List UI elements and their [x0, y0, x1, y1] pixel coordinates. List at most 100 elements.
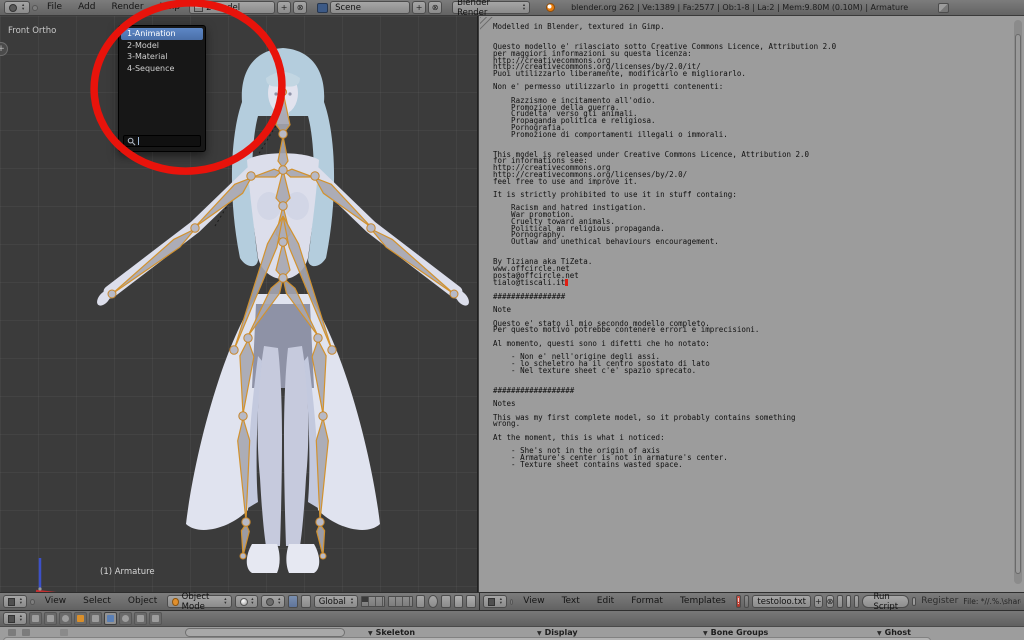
editor-type-properties-button[interactable]: ▴▾: [3, 612, 27, 625]
render-opengl-anim-icon[interactable]: [466, 595, 476, 608]
menu-add[interactable]: Add: [71, 0, 102, 15]
run-script-button[interactable]: Run Script: [862, 595, 909, 608]
vp-menu-view[interactable]: View: [38, 594, 73, 609]
text-editor[interactable]: Modelled in Blender, textured in Gimp. Q…: [479, 16, 1024, 592]
pin-icon[interactable]: [60, 629, 68, 636]
armature-joint[interactable]: [316, 518, 324, 526]
mode-selector[interactable]: Object Mode ▴▾: [167, 595, 231, 608]
manipulator-translate-icon[interactable]: [301, 595, 311, 608]
armature-joint[interactable]: [108, 290, 116, 298]
text-name-field[interactable]: testoloo.txt: [752, 595, 811, 608]
armature-joint[interactable]: [367, 224, 375, 232]
unlink-layout-button[interactable]: ⊗: [293, 1, 307, 14]
menu-file[interactable]: File: [40, 0, 69, 15]
menu-help[interactable]: Help: [153, 0, 188, 15]
properties-tab-physics[interactable]: [149, 612, 162, 625]
line-numbers-icon[interactable]: [837, 595, 842, 608]
shading-selector[interactable]: ▴▾: [235, 595, 259, 608]
editor-type-info-button[interactable]: ▴▾: [4, 1, 30, 14]
armature-joint[interactable]: [191, 224, 199, 232]
armature-bone[interactable]: [371, 229, 454, 294]
layers-widget-2[interactable]: [388, 596, 412, 607]
properties-tab-scene[interactable]: [44, 612, 57, 625]
unlink-scene-button[interactable]: ⊗: [428, 1, 442, 14]
properties-tab-constraints[interactable]: [89, 612, 102, 625]
armature-joint[interactable]: [280, 89, 287, 96]
text-scrollbar[interactable]: [1014, 20, 1022, 584]
editor-type-3dview-button[interactable]: ▴▾: [3, 595, 27, 608]
window-split-icon[interactable]: [938, 3, 949, 13]
properties-tab-render[interactable]: [29, 612, 42, 625]
editor-type-text-button[interactable]: ▴▾: [483, 595, 507, 608]
header-collapse-dot[interactable]: [32, 5, 38, 11]
armature-joint[interactable]: [240, 553, 246, 559]
layers-widget[interactable]: [361, 596, 385, 607]
syntax-highlight-icon[interactable]: [854, 595, 859, 608]
area-corner-grip[interactable]: [480, 17, 493, 30]
properties-tab-texture[interactable]: [134, 612, 147, 625]
armature-joint[interactable]: [279, 202, 287, 210]
txt-menu-edit[interactable]: Edit: [590, 594, 621, 609]
transform-orientation-selector[interactable]: Global ▴▾: [314, 595, 358, 608]
dropdown-item-model[interactable]: 2-Model: [121, 40, 203, 52]
panel-display[interactable]: ▼Display: [537, 628, 578, 637]
menu-render[interactable]: Render: [105, 0, 151, 15]
snap-element-icon[interactable]: [441, 595, 451, 608]
armature-joint[interactable]: [328, 346, 336, 354]
dropdown-search-field[interactable]: [123, 135, 201, 147]
txt-menu-text[interactable]: Text: [555, 594, 587, 609]
render-opengl-icon[interactable]: [454, 595, 464, 608]
panel-bone-groups[interactable]: ▼Bone Groups: [703, 628, 768, 637]
register-checkbox[interactable]: [912, 597, 916, 606]
armature-joint[interactable]: [279, 238, 287, 246]
armature-bone[interactable]: [112, 229, 195, 294]
properties-tab-material[interactable]: [119, 612, 132, 625]
armature-joint[interactable]: [314, 334, 322, 342]
armature-bone[interactable]: [241, 524, 249, 556]
txt-menu-templates[interactable]: Templates: [673, 594, 733, 609]
add-layout-button[interactable]: +: [277, 1, 291, 14]
add-scene-button[interactable]: +: [412, 1, 426, 14]
scene-selector[interactable]: Scene: [330, 1, 410, 14]
panel-ghost[interactable]: ▼Ghost: [877, 628, 911, 637]
properties-hscrollbar[interactable]: [3, 637, 931, 640]
armature-joint[interactable]: [311, 172, 319, 180]
lock-camera-icon[interactable]: [416, 595, 426, 608]
properties-tab-object[interactable]: [74, 612, 87, 625]
viewport-3d[interactable]: Front Ortho +: [0, 16, 478, 592]
properties-tab-world[interactable]: [59, 612, 72, 625]
properties-search-field[interactable]: [185, 628, 345, 637]
dropdown-item-animation[interactable]: 1-Animation: [121, 28, 203, 40]
dropdown-item-material[interactable]: 3-Material: [121, 51, 203, 63]
properties-tab-object-data[interactable]: [104, 612, 117, 625]
armature-bone[interactable]: [317, 524, 325, 556]
word-wrap-icon[interactable]: [846, 595, 851, 608]
screen-layout-selector[interactable]: 2-Model: [189, 1, 275, 14]
armature-joint[interactable]: [450, 290, 458, 298]
armature-joint[interactable]: [279, 274, 287, 282]
pivot-selector[interactable]: ▴▾: [261, 595, 285, 608]
armature-joint[interactable]: [279, 130, 287, 138]
armature-joint[interactable]: [320, 553, 326, 559]
armature-joint[interactable]: [247, 172, 255, 180]
new-text-button[interactable]: +: [814, 595, 823, 608]
txt-header-dot[interactable]: [510, 599, 513, 605]
text-content[interactable]: Modelled in Blender, textured in Gimp. Q…: [493, 24, 836, 468]
armature-joint[interactable]: [244, 334, 252, 342]
armature-bone[interactable]: [278, 136, 288, 168]
text-scrollbar-thumb[interactable]: [1015, 34, 1021, 574]
txt-menu-format[interactable]: Format: [624, 594, 670, 609]
armature-joint[interactable]: [242, 518, 250, 526]
armature-joint[interactable]: [239, 412, 247, 420]
vp-menu-object[interactable]: Object: [121, 594, 164, 609]
armature-joint[interactable]: [279, 166, 287, 174]
txt-menu-view[interactable]: View: [516, 594, 551, 609]
panel-skeleton[interactable]: ▼Skeleton: [368, 628, 415, 637]
dropdown-item-sequence[interactable]: 4-Sequence: [121, 63, 203, 75]
file-modified-alert-icon[interactable]: !: [736, 595, 741, 608]
manipulator-toggle-icon[interactable]: [288, 595, 298, 608]
render-engine-selector[interactable]: Blender Render ▴▾: [452, 1, 530, 14]
text-datablock-icon[interactable]: [744, 595, 749, 608]
snap-magnet-icon[interactable]: [428, 595, 438, 608]
armature-joint[interactable]: [230, 346, 238, 354]
